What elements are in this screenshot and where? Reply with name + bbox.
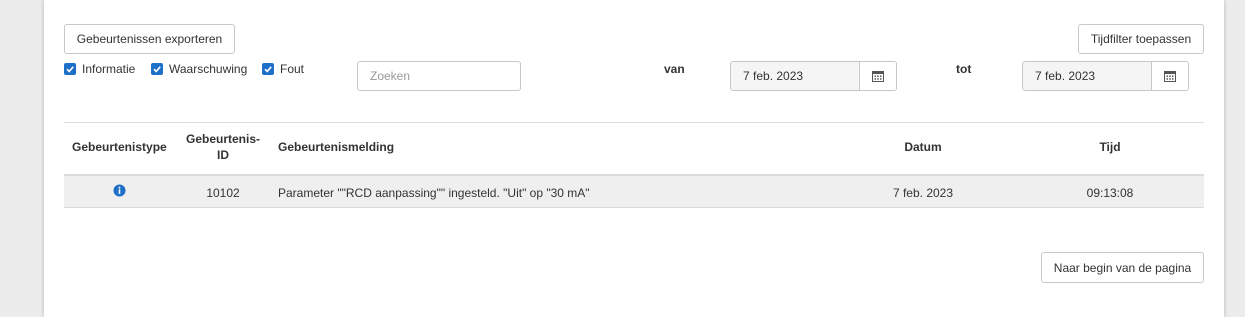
cell-date: 7 feb. 2023 (892, 186, 954, 200)
export-events-button[interactable]: Gebeurtenissen exporteren (64, 24, 235, 54)
checkbox-warning-label: Waarschuwing (169, 62, 248, 76)
from-date-value[interactable]: 7 feb. 2023 (731, 62, 859, 90)
back-to-top-button[interactable]: Naar begin van de pagina (1041, 252, 1204, 283)
from-date-field[interactable]: 7 feb. 2023 (730, 61, 897, 91)
calendar-icon[interactable] (1151, 62, 1188, 90)
to-date-value[interactable]: 7 feb. 2023 (1023, 62, 1151, 90)
table-row[interactable]: 10102 Parameter ""RCD aanpassing"" inges… (64, 174, 1204, 208)
checkbox-information[interactable]: Informatie (64, 62, 135, 76)
apply-time-filter-button[interactable]: Tijdfilter toepassen (1078, 24, 1204, 54)
checkbox-error[interactable]: Fout (262, 62, 304, 76)
checkbox-information-label: Informatie (82, 62, 136, 76)
header-event-id-line2: ID (217, 148, 229, 162)
checkbox-checked-icon[interactable] (262, 63, 274, 75)
calendar-icon[interactable] (859, 62, 896, 90)
cell-event-id: 10102 (206, 186, 240, 200)
to-label: tot (956, 62, 972, 76)
cell-event-message: Parameter ""RCD aanpassing"" ingesteld. … (278, 186, 590, 200)
checkbox-warning[interactable]: Waarschuwing (151, 62, 247, 76)
header-event-id-line1: Gebeurtenis- (185, 132, 260, 146)
from-label: van (664, 62, 685, 76)
checkbox-error-label: Fout (280, 62, 305, 76)
header-time[interactable]: Tijd (1060, 139, 1160, 155)
info-icon (113, 184, 126, 200)
header-date[interactable]: Datum (873, 139, 973, 155)
header-event-type[interactable]: Gebeurtenistype (72, 139, 167, 155)
header-event-message[interactable]: Gebeurtenismelding (278, 139, 394, 155)
cell-time: 09:13:08 (1086, 186, 1134, 200)
checkbox-checked-icon[interactable] (64, 63, 76, 75)
to-date-field[interactable]: 7 feb. 2023 (1022, 61, 1189, 91)
checkbox-checked-icon[interactable] (151, 63, 163, 75)
header-event-id[interactable]: Gebeurtenis- ID (180, 131, 266, 163)
search-input[interactable] (357, 61, 521, 91)
divider (64, 122, 1204, 123)
